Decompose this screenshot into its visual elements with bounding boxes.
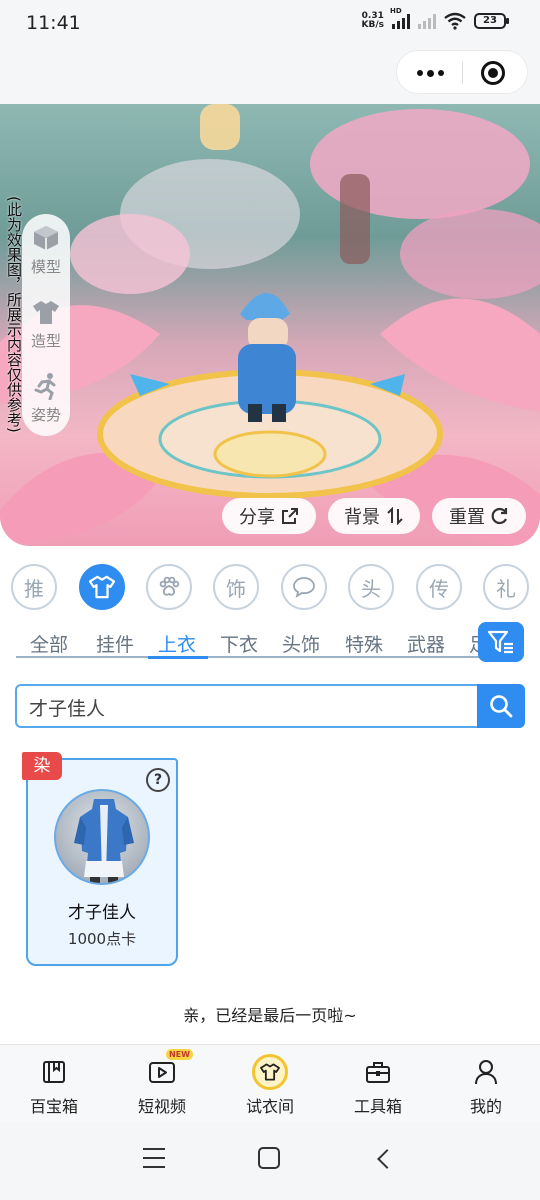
nav-treasure-box[interactable]: 百宝箱 [14,1055,94,1117]
nav-short-video[interactable]: NEW 短视频 [122,1049,202,1117]
category-accessory[interactable]: 饰 [213,564,259,610]
signal-icon: HD [390,7,410,29]
status-time: 11:41 [26,12,81,34]
category-pet[interactable] [146,564,192,610]
new-badge: NEW [166,1049,193,1060]
close-target-icon[interactable] [481,61,505,85]
running-pose-icon [34,373,56,400]
nav-label: 百宝箱 [29,1097,78,1116]
tab-underline [16,656,480,658]
category-chat[interactable] [281,564,327,610]
treasure-book-icon [43,1061,65,1083]
search-bar [15,684,525,728]
swap-icon [387,507,403,525]
back-icon[interactable] [377,1149,397,1169]
tab-special[interactable]: 特殊 [345,630,383,657]
home-icon[interactable] [258,1147,280,1169]
side-item-model[interactable]: 模型 [22,224,70,277]
character-preview[interactable]: (此为效果图，所展示内容仅供参考) 模型 造型 姿势 分享 背景 重置 [0,104,540,546]
category-clothing[interactable] [79,564,125,610]
side-item-label: 姿势 [30,406,61,424]
filter-button[interactable] [478,622,524,662]
capsule-divider [462,62,463,84]
tab-pendant[interactable]: 挂件 [96,630,134,657]
tab-bottom[interactable]: 下衣 [220,630,258,657]
category-recommend[interactable]: 推 [11,564,57,610]
tab-top[interactable]: 上衣 [158,630,196,657]
tab-headwear[interactable]: 头饰 [282,630,320,657]
shirt-icon [33,301,59,324]
share-button[interactable]: 分享 [222,498,316,534]
side-item-pose[interactable]: 姿势 [22,372,70,425]
side-item-label: 模型 [30,258,61,276]
search-icon [490,695,513,718]
paw-icon [159,576,180,596]
mini-program-capsule [396,50,528,94]
tab-active-indicator [148,656,208,659]
category-head[interactable]: 头 [348,564,394,610]
battery-icon: 23 [474,13,509,29]
help-icon[interactable]: ? [146,768,170,792]
nav-fitting-room[interactable]: 试衣间 [230,1054,310,1117]
nav-label: 工具箱 [353,1097,402,1116]
nav-label: 试衣间 [245,1097,294,1116]
side-item-style[interactable]: 造型 [22,298,70,351]
side-item-label: 造型 [30,332,61,350]
reset-button[interactable]: 重置 [432,498,526,534]
shirt-icon [89,575,115,599]
robe-icon [74,799,134,883]
nav-toolbox[interactable]: 工具箱 [338,1055,418,1117]
filter-icon [487,630,513,654]
search-button[interactable] [477,684,525,728]
category-gift[interactable]: 礼 [483,564,529,610]
status-icons: 0.31 KB/s HD 23 [361,7,509,30]
tab-all[interactable]: 全部 [30,630,68,657]
item-name: 才子佳人 [68,903,136,923]
preview-disclaimer: (此为效果图，所展示内容仅供参考) [5,196,23,433]
search-input[interactable] [29,694,469,720]
wifi-icon [444,12,466,30]
system-nav-bar [0,1122,540,1200]
more-icon[interactable] [415,59,445,87]
scene-background [0,104,540,546]
end-of-list-text: 亲，已经是最后一页啦~ [183,1006,357,1025]
fitting-room-shirt-icon [260,1063,280,1081]
bottom-nav: 百宝箱 NEW 短视频 试衣间 工具箱 我的 [0,1044,540,1122]
nav-label: 短视频 [137,1097,186,1116]
video-play-icon [149,1062,175,1083]
background-button[interactable]: 背景 [328,498,420,534]
category-legend[interactable]: 传 [416,564,462,610]
cube-icon [34,226,58,250]
toolbox-icon [366,1062,390,1083]
item-price: 1000点卡 [67,930,137,948]
tab-weapon[interactable]: 武器 [407,630,445,657]
recent-apps-icon[interactable] [143,1148,165,1168]
user-icon [475,1060,497,1085]
dye-badge: 染 [22,752,62,780]
share-icon [282,508,298,524]
chat-bubble-icon [293,577,315,598]
nav-mine[interactable]: 我的 [446,1055,526,1117]
status-bar: 11:41 0.31 KB/s HD 23 [0,0,540,48]
nav-label: 我的 [469,1097,502,1116]
preview-side-menu: 模型 造型 姿势 [22,214,70,436]
signal-2-icon [418,13,436,29]
item-thumbnail [54,789,150,885]
refresh-icon [491,507,508,525]
network-speed: 0.31 KB/s [361,11,384,30]
